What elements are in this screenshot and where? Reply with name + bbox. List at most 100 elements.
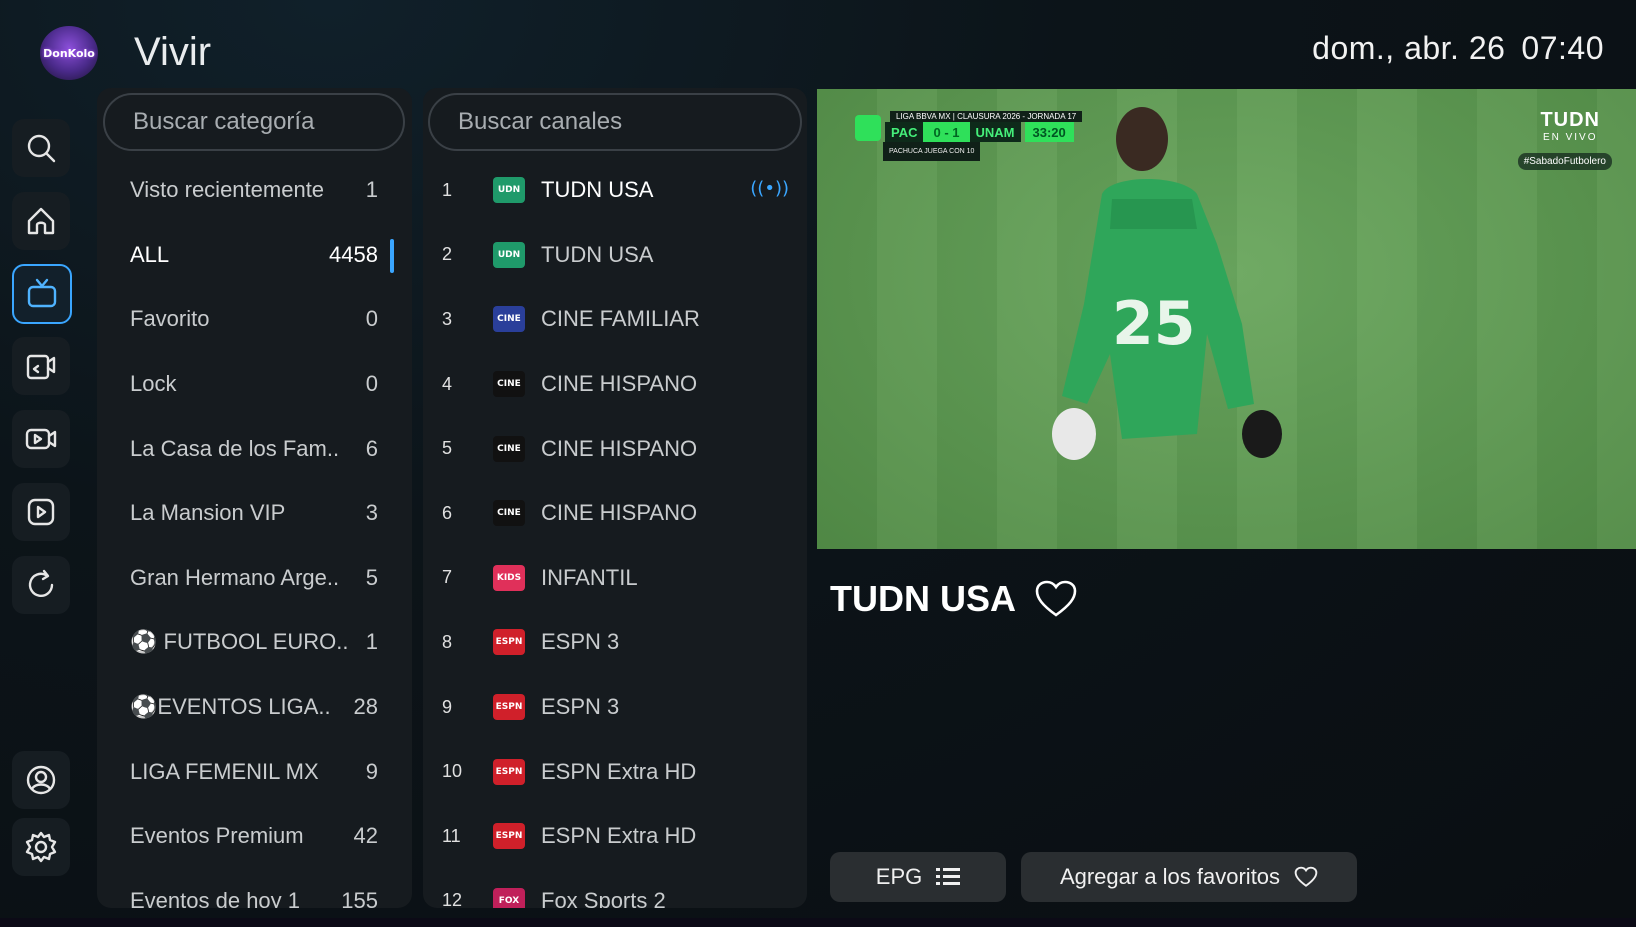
play-icon: [27, 498, 55, 526]
hashtag-badge: #SabadoFutbolero: [1517, 153, 1612, 170]
time-text: 07:40: [1521, 30, 1604, 66]
category-item[interactable]: ⚽ FUTBOOL EURO.. 1: [97, 610, 412, 675]
channel-name: CINE HISPANO: [541, 371, 698, 397]
category-name: Lock: [130, 371, 177, 397]
channel-logo: CINE: [493, 500, 525, 527]
nav-series-button[interactable]: [12, 410, 70, 468]
page-title: Vivir: [134, 30, 212, 74]
channel-name: TUDN USA: [541, 241, 654, 267]
current-channel-title: TUDN USA: [830, 578, 1078, 620]
favorite-heart-icon[interactable]: [1034, 579, 1078, 619]
channel-name: INFANTIL: [541, 564, 638, 590]
refresh-icon: [28, 569, 54, 597]
channel-item[interactable]: 10 ESPN ESPN Extra HD: [423, 739, 807, 804]
channel-search-input[interactable]: Buscar canales: [428, 93, 802, 151]
channel-logo: KIDS: [493, 564, 525, 591]
score: 0 - 1: [923, 122, 970, 142]
category-item[interactable]: Eventos Premium 42: [97, 804, 412, 869]
channel-number: 9: [442, 696, 453, 717]
category-item[interactable]: Lock 0: [97, 352, 412, 417]
nav-movies-button[interactable]: [12, 337, 70, 395]
channel-number: 11: [442, 825, 461, 846]
channel-number: 4: [442, 373, 453, 394]
category-item[interactable]: LIGA FEMENIL MX 9: [97, 739, 412, 804]
category-item[interactable]: Eventos de hoy 1 155: [97, 869, 412, 908]
category-name: Gran Hermano Arge..: [130, 564, 340, 590]
channel-logo: ESPN: [493, 823, 525, 850]
category-name: Visto recientemente: [130, 177, 325, 203]
category-name: ALL: [130, 241, 170, 267]
clock: dom., abr. 26 07:40: [1296, 30, 1604, 67]
channel-number: 7: [442, 567, 453, 588]
channel-number: 6: [442, 502, 453, 523]
channel-item[interactable]: 7 KIDS INFANTIL: [423, 546, 807, 611]
nav-search-button[interactable]: [12, 119, 70, 177]
home-team: PAC: [885, 122, 924, 142]
live-broadcast-icon: ((•)): [750, 178, 789, 199]
channel-list: 1 UDN TUDN USA ((•)) 2 UDN TUDN USA 3 CINE CINE…: [423, 158, 807, 908]
category-list: Visto recientemente 1 ALL 4458 Favorito 0 L…: [97, 158, 412, 908]
category-name: ⚽EVENTOS LIGA..: [130, 694, 331, 720]
category-item-all[interactable]: ALL 4458: [97, 223, 412, 288]
channel-item[interactable]: 9 ESPN ESPN 3: [423, 675, 807, 740]
watermark-brand: TUDN: [1540, 109, 1600, 131]
nav-settings-button[interactable]: [12, 818, 70, 876]
category-item[interactable]: La Casa de los Fam.. 6: [97, 416, 412, 481]
channel-logo: ESPN: [493, 694, 525, 721]
video-player[interactable]: LIGA BBVA MX | CLAUSURA 2026 - JORNADA 1…: [817, 89, 1636, 549]
category-item[interactable]: ⚽EVENTOS LIGA.. 28: [97, 675, 412, 740]
category-panel: Buscar categoría Visto recientemente 1 AL…: [97, 88, 412, 908]
channel-logo: UDN: [493, 177, 525, 204]
channel-item[interactable]: 3 CINE CINE FAMILIAR: [423, 287, 807, 352]
channel-item[interactable]: 2 UDN TUDN USA: [423, 223, 807, 288]
category-name: La Mansion VIP: [130, 500, 286, 526]
nav-home-button[interactable]: [12, 192, 70, 250]
epg-button[interactable]: EPG: [830, 852, 1006, 902]
epg-button-label: EPG: [875, 864, 923, 889]
bottom-edge: [0, 918, 1636, 927]
category-name: Eventos de hoy 1: [130, 887, 301, 908]
channel-panel: Buscar canales 1 UDN TUDN USA ((•)) 2 UDN TUD…: [423, 88, 807, 908]
category-count: 1: [365, 629, 378, 655]
nav-refresh-button[interactable]: [12, 556, 70, 614]
channel-number: 10: [442, 761, 463, 782]
channel-number: 2: [442, 244, 453, 265]
category-name: Eventos Premium: [130, 823, 304, 849]
channel-item[interactable]: 1 UDN TUDN USA ((•)): [423, 158, 807, 223]
channel-logo: ESPN: [493, 629, 525, 656]
app-logo: DonKolo: [40, 26, 98, 80]
category-item[interactable]: La Mansion VIP 3: [97, 481, 412, 546]
movies-icon: [26, 354, 56, 380]
nav-live-tv-button[interactable]: [12, 264, 72, 324]
category-name: ⚽ FUTBOOL EURO..: [130, 629, 349, 655]
settings-icon: [25, 831, 57, 863]
channel-item[interactable]: 6 CINE CINE HISPANO: [423, 481, 807, 546]
home-icon: [27, 207, 55, 235]
channel-name: ESPN Extra HD: [541, 823, 697, 849]
category-search-input[interactable]: Buscar categoría: [103, 93, 405, 151]
add-to-favorites-button[interactable]: Agregar a los favoritos: [1021, 852, 1357, 902]
category-item[interactable]: Visto recientemente 1: [97, 158, 412, 223]
category-count: 0: [365, 371, 378, 397]
nav-account-button[interactable]: [12, 751, 70, 809]
channel-number: 1: [442, 179, 453, 200]
channel-item[interactable]: 11 ESPN ESPN Extra HD: [423, 804, 807, 869]
account-icon: [26, 765, 56, 795]
nav-play-button[interactable]: [12, 483, 70, 541]
channel-item[interactable]: 8 ESPN ESPN 3: [423, 610, 807, 675]
channel-item[interactable]: 12 FOX Fox Sports 2: [423, 869, 807, 908]
category-item[interactable]: Favorito 0: [97, 287, 412, 352]
selected-indicator: [390, 238, 394, 273]
channel-item[interactable]: 4 CINE CINE HISPANO: [423, 352, 807, 417]
channel-name: Fox Sports 2: [541, 887, 666, 908]
channel-logo: CINE: [493, 435, 525, 462]
category-count: 42: [353, 823, 378, 849]
date-text: dom., abr. 26: [1312, 30, 1506, 66]
channel-logo: ESPN: [493, 758, 525, 785]
channel-item[interactable]: 5 CINE CINE HISPANO: [423, 416, 807, 481]
category-count: 0: [365, 306, 378, 332]
watermark-subtitle: EN VIVO: [1542, 132, 1598, 143]
jersey-number: 25: [1112, 289, 1196, 359]
category-item[interactable]: Gran Hermano Arge.. 5: [97, 546, 412, 611]
channel-logo: UDN: [493, 241, 525, 268]
